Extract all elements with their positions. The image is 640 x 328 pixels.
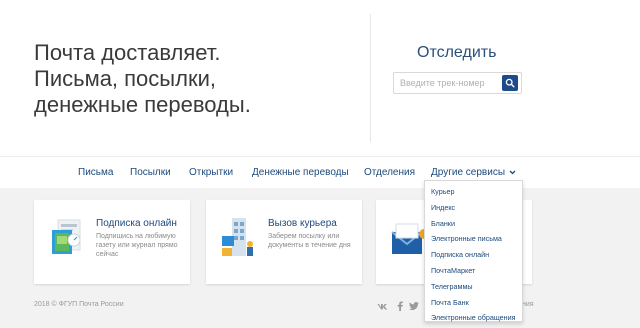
track-search-box [393,72,522,94]
tagline-line: Письма, посылки, [34,66,216,91]
nav-letters[interactable]: Письма [78,157,113,189]
tagline-line: денежные переводы. [34,92,251,117]
dropdown-item-pochta-bank[interactable]: Почта Банк [425,295,522,311]
main-nav: Письма Посылки Открытки Денежные перевод… [0,156,640,188]
track-title: Отследить [417,44,497,61]
chevron-down-icon [509,170,516,175]
card-description: Заберем посылку или документы в течение … [268,233,351,249]
footer-copyright: 2018 © ФГУП Почта России [34,301,124,308]
nav-parcels[interactable]: Посылки [130,157,171,189]
card-title: Вызов курьера [268,218,337,229]
search-icon [505,78,515,88]
nav-offices[interactable]: Отделения [364,157,415,189]
dropdown-item-electronic-appeals[interactable]: Электронные обращения [425,310,522,326]
nav-money-transfers[interactable]: Денежные переводы [252,157,349,189]
twitter-icon[interactable] [408,300,420,312]
hero-tagline: Почта доставляет. Письма, посылки, денеж… [34,40,251,118]
track-number-input[interactable] [394,73,498,93]
vk-icon[interactable] [376,300,388,312]
courier-building-icon [222,218,253,256]
facebook-icon[interactable] [394,300,406,312]
hero-divider [370,14,371,142]
nav-other-services-label: Другие сервисы [431,167,506,178]
card-courier[interactable]: Вызов курьера Заберем посылку или докуме… [206,200,362,284]
dropdown-item-pochtamarket[interactable]: ПочтаМаркет [425,263,522,279]
tagline-line: Почта доставляет. [34,40,221,65]
dropdown-item-telegrams[interactable]: Телеграммы [425,279,522,295]
card-subscription[interactable]: Подписка онлайн Подпишись на любимую газ… [34,200,190,284]
footer-text: ния [522,301,534,308]
dropdown-item-courier[interactable]: Курьер [425,184,522,200]
newspaper-icon [52,219,81,254]
dropdown-item-subscription[interactable]: Подписка онлайн [425,247,522,263]
card-description: Подпишись на любимую газету или журнал п… [96,233,178,258]
hero-section: Почта доставляет. Письма, посылки, денеж… [0,0,640,156]
card-title: Подписка онлайн [96,218,177,229]
dropdown-item-index[interactable]: Индекс [425,200,522,216]
dropdown-item-electronic-letters[interactable]: Электронные письма [425,231,522,247]
other-services-dropdown: Курьер Индекс Бланки Электронные письма … [424,180,523,322]
dropdown-item-forms[interactable]: Бланки [425,216,522,232]
nav-postcards[interactable]: Открытки [189,157,233,189]
track-search-button[interactable] [502,75,518,91]
